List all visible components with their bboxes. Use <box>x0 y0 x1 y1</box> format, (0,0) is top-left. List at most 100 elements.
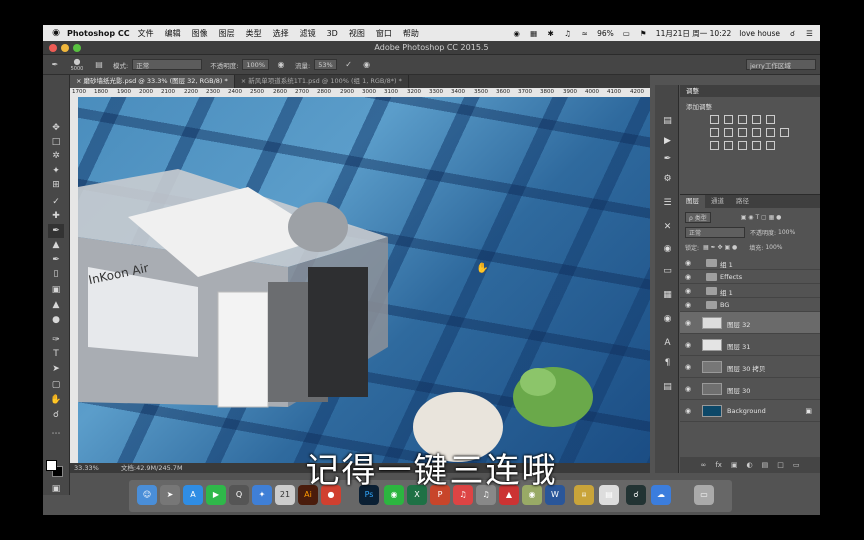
tab-layers[interactable]: 图层 <box>680 195 705 208</box>
eye-icon[interactable]: ◉ <box>685 273 691 281</box>
menu-3d[interactable]: 3D <box>327 29 338 38</box>
color-lookup-icon[interactable] <box>780 128 789 137</box>
eye-icon[interactable]: ◉ <box>685 385 691 393</box>
magic-wand-icon[interactable]: ✦ <box>48 164 64 178</box>
tab-channels[interactable]: 通道 <box>705 195 730 208</box>
flow-field[interactable]: 53% <box>314 59 337 70</box>
posterize-icon[interactable] <box>724 141 733 150</box>
layer-item[interactable]: ◉ Background ▣ <box>680 400 820 422</box>
opacity-field[interactable]: 100% <box>242 59 269 70</box>
layer-item[interactable]: ◉ 图层 30 <box>680 378 820 400</box>
eye-icon[interactable]: ◉ <box>685 319 691 327</box>
layer-kind-filter[interactable]: ρ 类型 <box>685 211 711 223</box>
invert-icon[interactable] <box>710 141 719 150</box>
layer-item-selected[interactable]: ◉ 图层 32 <box>680 312 820 334</box>
search-icon[interactable]: ☌ <box>788 29 797 38</box>
layer-item[interactable]: ◉ 图层 31 <box>680 334 820 356</box>
grid-icon[interactable]: ▦ <box>529 29 538 38</box>
shape-tool-icon[interactable]: ▢ <box>48 378 64 392</box>
horizontal-ruler[interactable]: 1700 1800 1900 2000 2100 2200 2300 2400 2500 2600… <box>70 88 650 97</box>
notes-icon[interactable]: ▤ <box>661 381 674 394</box>
menu-type[interactable]: 类型 <box>246 28 262 39</box>
layer-item[interactable]: ◉ Effects <box>680 270 820 284</box>
eye-icon[interactable]: ◉ <box>685 341 691 349</box>
menu-file[interactable]: 文件 <box>138 28 154 39</box>
healing-tool-icon[interactable]: ✚ <box>48 209 64 223</box>
bluetooth-icon[interactable]: ✱ <box>546 29 555 38</box>
type-tool-icon[interactable]: T <box>48 347 64 361</box>
wifi-icon[interactable]: ≈ <box>580 29 589 38</box>
mode-select[interactable]: 正常 <box>132 59 203 70</box>
apple-icon[interactable]: ◉ <box>49 28 63 38</box>
menu-edit[interactable]: 编辑 <box>165 28 181 39</box>
eye-icon[interactable]: ◉ <box>685 301 691 309</box>
adjust-icon[interactable]: ☰ <box>661 197 674 210</box>
crop-tool-icon[interactable]: ⊞ <box>48 178 64 192</box>
eyedropper-tool-icon[interactable]: ✓ <box>48 195 64 209</box>
hand-tool-icon[interactable]: ✋ <box>48 393 64 407</box>
threshold-icon[interactable] <box>738 141 747 150</box>
channel-mixer-icon[interactable] <box>766 128 775 137</box>
brush-presets-icon[interactable]: ✒ <box>661 153 674 166</box>
history-panel-icon[interactable]: ▤ <box>661 115 674 128</box>
vibrance-icon[interactable] <box>766 115 775 124</box>
clone-source-icon[interactable]: ▭ <box>661 265 674 278</box>
volume-icon[interactable]: ♫ <box>563 29 572 38</box>
user-name[interactable]: love house <box>739 29 780 38</box>
dodge-tool-icon[interactable]: ● <box>48 313 64 327</box>
more-tools-icon[interactable]: ⋯ <box>48 427 64 441</box>
brush-preset-icon[interactable]: ● 5000 <box>67 57 87 72</box>
paragraph-icon[interactable]: ¶ <box>661 357 674 370</box>
tab-document-1[interactable]: × 磨砂墙纸光影.psd @ 33.3% (图层 32, RGB/8) * <box>70 75 235 88</box>
eye-icon[interactable]: ◉ <box>685 259 691 267</box>
character-icon[interactable]: A <box>661 337 674 350</box>
brush-tool-icon[interactable]: ✒ <box>49 59 61 71</box>
layer-opacity-value[interactable]: 100% <box>778 229 795 236</box>
clock[interactable]: 11月21日 周一 10:22 <box>656 28 731 39</box>
menu-view[interactable]: 视图 <box>349 28 365 39</box>
tools-icon[interactable]: ✕ <box>661 221 674 234</box>
list-icon[interactable]: ☰ <box>805 29 814 38</box>
zoom-tool-icon[interactable]: ☌ <box>48 408 64 422</box>
gradient-map-icon[interactable] <box>752 141 761 150</box>
blend-mode-select[interactable]: 正常 <box>685 226 745 238</box>
vertical-ruler[interactable] <box>70 97 78 463</box>
brightness-icon[interactable] <box>710 115 719 124</box>
menu-window[interactable]: 窗口 <box>376 28 392 39</box>
black-white-icon[interactable] <box>738 128 747 137</box>
pressure-size-icon[interactable]: ◉ <box>361 59 373 71</box>
workspace-select[interactable]: jerry工作区域 <box>746 59 816 70</box>
actions-play-icon[interactable]: ▶ <box>661 135 674 148</box>
fill-value[interactable]: 100% <box>765 244 782 251</box>
flag-icon[interactable]: ⚑ <box>639 29 648 38</box>
layer-item[interactable]: ◉ 图层 30 拷贝 <box>680 356 820 378</box>
menu-select[interactable]: 选择 <box>273 28 289 39</box>
styles-icon[interactable]: ◉ <box>661 243 674 256</box>
gradient-tool-icon[interactable]: ▣ <box>48 283 64 297</box>
curves-icon[interactable] <box>738 115 747 124</box>
status-icon[interactable]: ◉ <box>512 29 521 38</box>
document-canvas[interactable]: InKoon Air ✋ <box>78 97 650 463</box>
color-balance-icon[interactable] <box>724 128 733 137</box>
history-brush-icon[interactable]: ✒ <box>48 253 64 267</box>
lasso-tool-icon[interactable]: ✲ <box>48 149 64 163</box>
photo-filter-icon[interactable] <box>752 128 761 137</box>
levels-icon[interactable] <box>724 115 733 124</box>
menu-image[interactable]: 图像 <box>192 28 208 39</box>
layer-item[interactable]: ◉ BG <box>680 298 820 312</box>
pressure-opacity-icon[interactable]: ◉ <box>275 59 287 71</box>
brush-tool-icon[interactable]: ✒ <box>48 224 64 238</box>
3d-icon[interactable]: ◉ <box>661 313 674 326</box>
properties-icon[interactable]: ⚙ <box>661 173 674 186</box>
marquee-tool-icon[interactable]: □ <box>48 135 64 149</box>
tab-paths[interactable]: 路径 <box>730 195 755 208</box>
filter-icons[interactable]: ▣ ◉ T ▢ ▦ ● <box>741 214 782 221</box>
menu-filter[interactable]: 滤镜 <box>300 28 316 39</box>
eraser-tool-icon[interactable]: ▯ <box>48 267 64 281</box>
hue-icon[interactable] <box>710 128 719 137</box>
eye-icon[interactable]: ◉ <box>685 407 691 415</box>
airbrush-icon[interactable]: ✓ <box>343 59 355 71</box>
menu-layer[interactable]: 图层 <box>219 28 235 39</box>
brush-panel-icon[interactable]: ▤ <box>93 59 105 71</box>
path-select-icon[interactable]: ➤ <box>48 362 64 376</box>
